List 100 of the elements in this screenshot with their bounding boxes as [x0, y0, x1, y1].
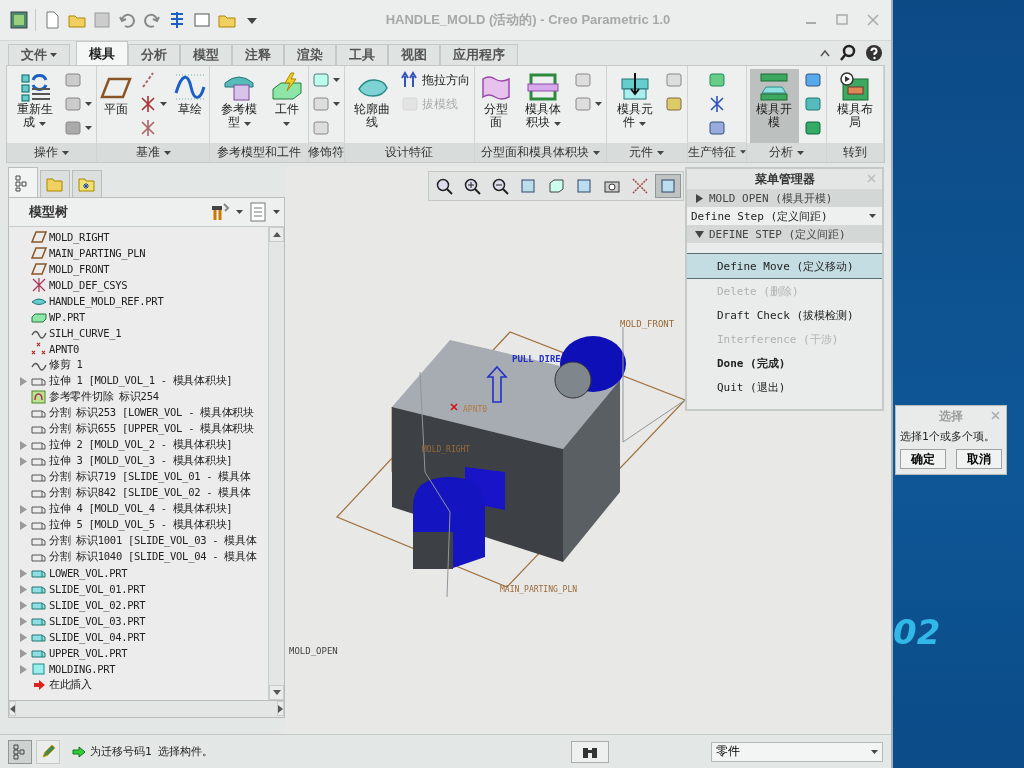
tree-item[interactable]: MOLD_DEF_CSYS [49, 279, 128, 291]
expand-icon[interactable] [19, 584, 27, 594]
collapse-icon[interactable] [819, 48, 831, 58]
new-file-icon[interactable] [43, 11, 61, 29]
group-label[interactable]: 元件 [607, 143, 687, 162]
tree-item[interactable]: 分割 标识719 [SLIDE_VOL_01 - 模具体 [49, 470, 251, 484]
menu-item[interactable]: Draft Check (拔模检测) [687, 303, 882, 327]
expand-icon[interactable] [19, 376, 27, 386]
group-label[interactable]: 生产特征 [687, 142, 746, 162]
tools-icon[interactable] [210, 202, 230, 222]
ribbon-button[interactable] [138, 93, 169, 115]
ribbon-button[interactable]: 轮廓曲线 [347, 69, 396, 143]
tree-item[interactable]: 拉伸 4 [MOLD_VOL_4 - 模具体积块] [49, 502, 233, 516]
panel-tab[interactable] [8, 167, 38, 197]
ribbon-button[interactable]: 拖拉方向 [399, 69, 471, 91]
ribbon-button[interactable]: 平面 [98, 69, 135, 143]
tree-item[interactable]: SLIDE_VOL_01.PRT [49, 583, 146, 595]
scroll-down-icon[interactable] [272, 690, 281, 695]
scrollbar[interactable] [268, 227, 284, 700]
dialog-button[interactable]: 取消 [956, 449, 1002, 469]
tree-item[interactable]: MOLDING.PRT [49, 663, 116, 675]
ribbon-tab[interactable]: 模型 [180, 44, 232, 65]
expand-icon[interactable] [19, 440, 27, 450]
undo-icon[interactable] [118, 11, 136, 29]
ribbon-button[interactable]: 草绘 [172, 69, 209, 143]
tree-item[interactable]: MOLD_FRONT [49, 263, 110, 275]
tree-item[interactable]: 修剪 1 [49, 358, 83, 372]
tree-item[interactable]: 分割 标识655 [UPPER_VOL - 模具体积块 [49, 422, 254, 436]
ribbon-button[interactable]: 重新生成 [10, 69, 60, 143]
redo-icon[interactable] [143, 11, 161, 29]
menu-header[interactable]: MOLD OPEN (模具开模) [687, 189, 882, 207]
close-icon[interactable] [865, 13, 881, 27]
expand-icon[interactable] [19, 664, 27, 674]
scrollbar[interactable] [8, 701, 285, 718]
ribbon-tab[interactable]: 工具 [336, 44, 388, 65]
expand-icon[interactable] [19, 632, 27, 642]
ribbon-tab[interactable]: 文件 [8, 44, 70, 65]
tree-item[interactable]: 拉伸 5 [MOLD_VOL_5 - 模具体积块] [49, 518, 233, 532]
expand-icon[interactable] [19, 456, 27, 466]
scroll-left-icon[interactable] [10, 704, 15, 713]
ribbon-button[interactable]: 参考模型 [213, 69, 265, 143]
ribbon-button[interactable]: 模具布局 [829, 69, 881, 143]
tree-item[interactable]: MOLD_RIGHT [49, 231, 110, 243]
panel-tab[interactable] [72, 170, 102, 197]
ribbon-tab[interactable]: 视图 [388, 44, 440, 65]
tree-item[interactable]: APNT0 [49, 343, 80, 355]
ribbon-button[interactable]: 模具元件 [610, 69, 660, 143]
group-label[interactable]: 分型面和模具体积块 [474, 143, 607, 162]
tree-item[interactable]: 分割 标识253 [LOWER_VOL - 模具体积块 [49, 406, 254, 420]
tree-item[interactable]: MAIN_PARTING_PLN [49, 247, 146, 259]
find-button[interactable] [571, 740, 609, 763]
ribbon-tab[interactable]: 注释 [232, 44, 284, 65]
tree-item[interactable]: WP.PRT [49, 311, 86, 323]
ribbon-tab[interactable]: 分析 [128, 44, 180, 65]
menu-item[interactable]: Quit (退出) [687, 375, 882, 399]
search-icon[interactable] [839, 44, 857, 62]
expand-icon[interactable] [19, 616, 27, 626]
tree-item[interactable]: SLIDE_VOL_03.PRT [49, 615, 146, 627]
expand-icon[interactable] [19, 504, 27, 514]
tree-item[interactable]: SLIDE_VOL_02.PRT [49, 599, 146, 611]
tree-item[interactable]: 参考零件切除 标识254 [49, 390, 159, 404]
close-icon[interactable] [867, 174, 876, 183]
menu-item[interactable]: Done (完成) [687, 351, 882, 375]
scroll-right-icon[interactable] [278, 704, 283, 713]
maximize-icon[interactable] [834, 13, 850, 27]
menu-item[interactable]: Define Move (定义移动) [687, 253, 882, 279]
tree-item[interactable]: 分割 标识1001 [SLIDE_VOL_03 - 模具体 [49, 534, 257, 548]
filter-dropdown[interactable]: 零件 [711, 741, 883, 762]
tree-item[interactable]: SLIDE_VOL_04.PRT [49, 631, 146, 643]
group-label[interactable]: 分析 [746, 143, 826, 162]
group-label[interactable]: 基准 [97, 143, 210, 162]
ribbon-button[interactable]: 模具体积块 [517, 69, 570, 143]
scroll-up-icon[interactable] [272, 232, 281, 237]
tree-item[interactable]: 分割 标识1040 [SLIDE_VOL_04 - 模具体 [49, 550, 257, 564]
group-label[interactable]: 操作 [7, 143, 97, 162]
ribbon-button[interactable]: 模具开模 [749, 69, 799, 143]
expand-icon[interactable] [19, 648, 27, 658]
tree-item[interactable]: 拉伸 1 [MOLD_VOL_1 - 模具体积块] [49, 374, 233, 388]
tree-item[interactable]: 在此插入 [49, 678, 92, 692]
step-dropdown[interactable]: Define Step (定义间距) [687, 207, 882, 225]
ribbon-button[interactable]: 分型面 [477, 69, 514, 143]
panel-tab[interactable] [40, 170, 70, 197]
expand-icon[interactable] [19, 600, 27, 610]
expand-icon[interactable] [19, 568, 27, 578]
ribbon-tab[interactable]: 应用程序 [440, 44, 518, 65]
tree-item[interactable]: LOWER_VOL.PRT [49, 567, 128, 579]
settings-list-icon[interactable] [249, 202, 267, 222]
tree-item[interactable]: 分割 标识842 [SLIDE_VOL_02 - 模具体 [49, 486, 251, 500]
dialog-button[interactable]: 确定 [900, 449, 946, 469]
tree-item[interactable]: 拉伸 3 [MOLD_VOL_3 - 模具体积块] [49, 454, 233, 468]
tree-item[interactable]: SILH_CURVE_1 [49, 327, 122, 339]
ribbon-button[interactable]: 工件 [268, 69, 305, 143]
help-icon[interactable] [865, 44, 883, 62]
menu-header[interactable]: DEFINE STEP (定义间距) [687, 225, 882, 243]
expand-icon[interactable] [19, 520, 27, 530]
tree-item[interactable]: HANDLE_MOLD_REF.PRT [49, 295, 164, 307]
ribbon-tab[interactable]: 模具 [76, 41, 128, 65]
tree-item[interactable]: 拉伸 2 [MOLD_VOL_2 - 模具体积块] [49, 438, 233, 452]
ribbon-tab[interactable]: 渲染 [284, 44, 336, 65]
tree-item[interactable]: UPPER_VOL.PRT [49, 647, 128, 659]
